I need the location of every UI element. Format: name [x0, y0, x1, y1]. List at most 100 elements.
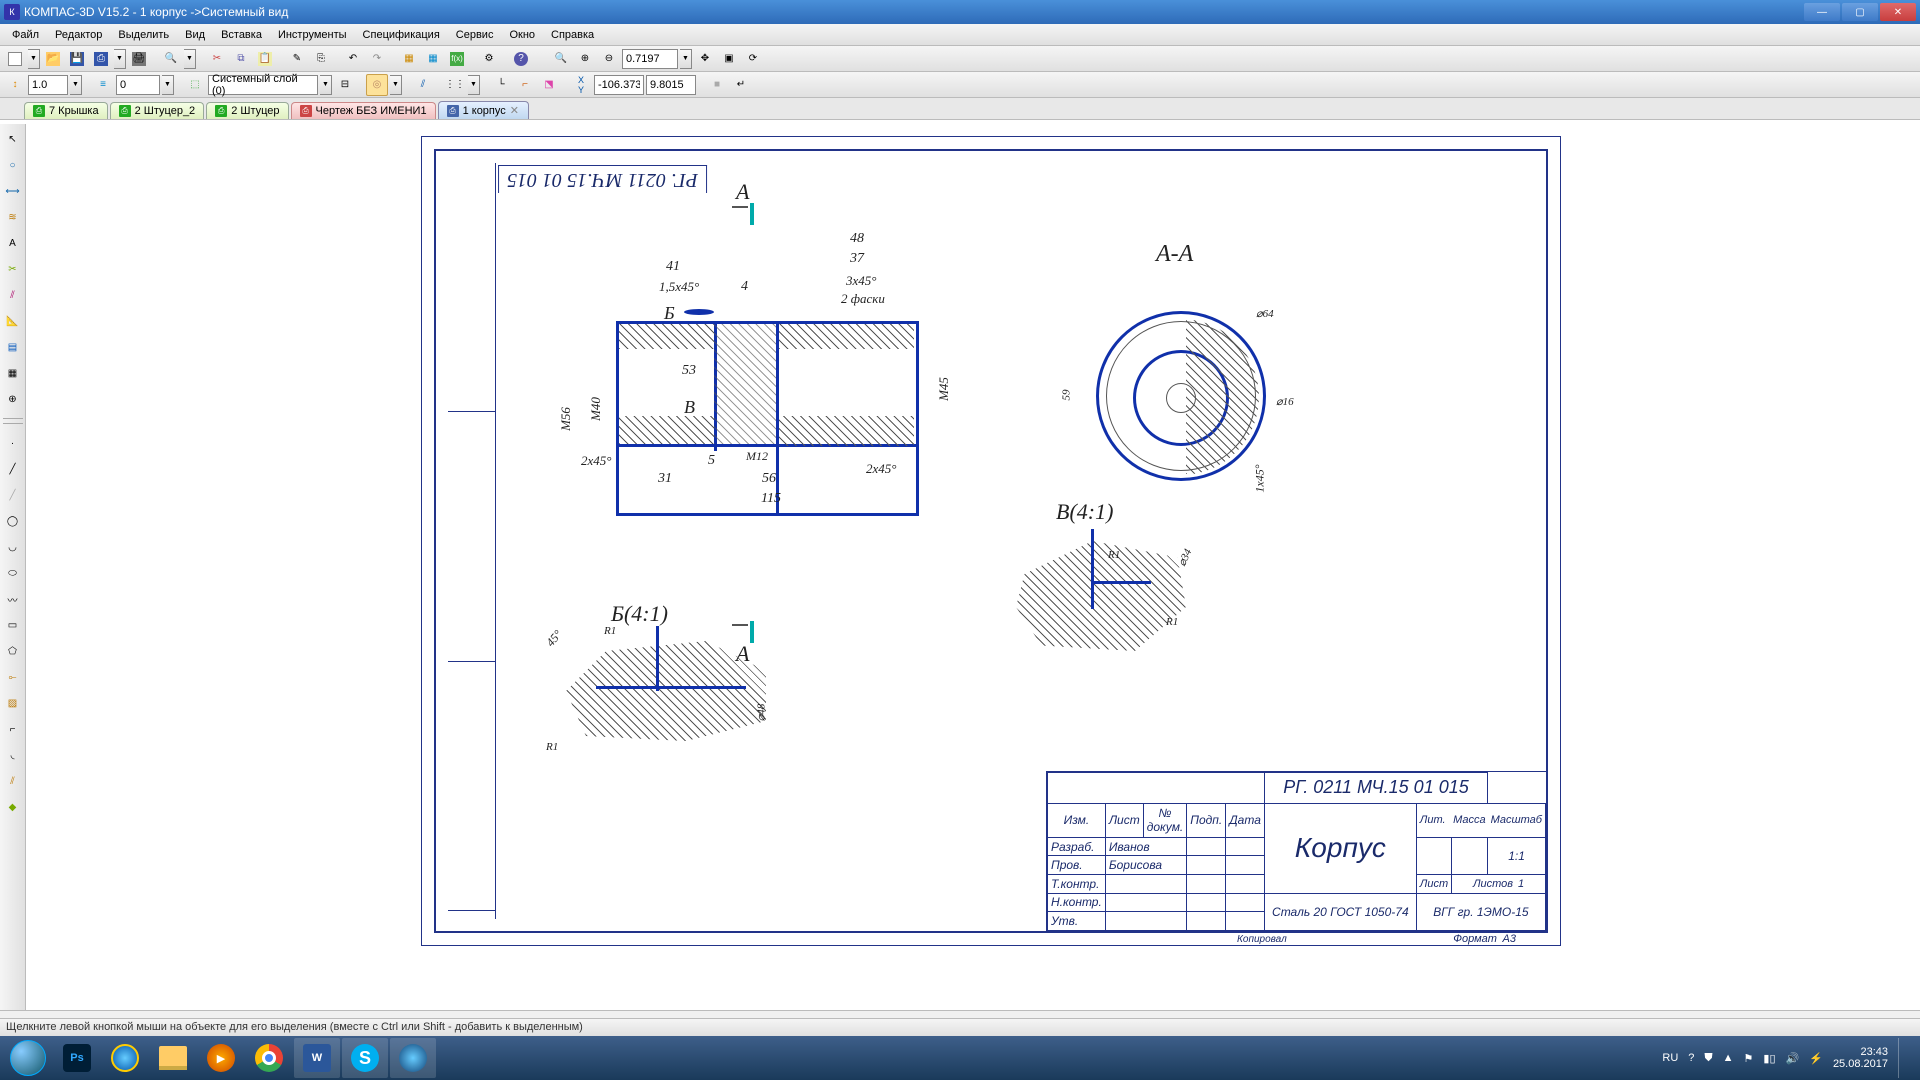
select-tool[interactable]: ↖	[2, 128, 24, 150]
arc-tool[interactable]: ◡	[2, 536, 24, 558]
layer-manage-button[interactable]: ⊟	[334, 74, 356, 96]
new-button[interactable]	[4, 48, 26, 70]
end-button[interactable]: ↵	[730, 74, 752, 96]
layer-icon[interactable]: ⬚	[184, 74, 206, 96]
point-tool[interactable]: ·	[2, 432, 24, 454]
chamfer-tool[interactable]: ⌐	[2, 718, 24, 740]
edit-tool[interactable]: ✂	[2, 258, 24, 280]
dimension-tool[interactable]: ⟷	[2, 180, 24, 202]
collect-tool[interactable]: ◆	[2, 796, 24, 818]
menu-help[interactable]: Справка	[543, 27, 602, 43]
tray-clock[interactable]: 23:43 25.08.2017	[1833, 1046, 1888, 1070]
tray-lang[interactable]: RU	[1662, 1052, 1678, 1064]
preview-button[interactable]: 🔍	[160, 48, 182, 70]
ortho-button[interactable]: └	[490, 74, 512, 96]
variables-button[interactable]: f(x)	[446, 48, 468, 70]
tab-1korpus[interactable]: ⎙1 корпус✕	[438, 101, 529, 119]
equidist-tool[interactable]: ⫽	[2, 770, 24, 792]
lcs-button[interactable]: ⬔	[538, 74, 560, 96]
open-button[interactable]: 📂	[42, 48, 64, 70]
minimize-button[interactable]: —	[1804, 3, 1840, 21]
print-button[interactable]: 🖨	[128, 48, 150, 70]
close-button[interactable]: ✕	[1880, 3, 1916, 21]
param-tool[interactable]: ⫽	[2, 284, 24, 306]
menu-spec[interactable]: Спецификация	[355, 27, 448, 43]
measure-tool[interactable]: 📐	[2, 310, 24, 332]
zoom-value-input[interactable]	[622, 49, 678, 69]
save-button[interactable]: 💾	[66, 48, 88, 70]
zoom-window-button[interactable]: 🔍	[550, 48, 572, 70]
tray-help-icon[interactable]: ?	[1688, 1052, 1694, 1064]
copy-props-button[interactable]: ⎘	[310, 48, 332, 70]
tray-volume-icon[interactable]: 🔊	[1786, 1052, 1800, 1065]
refresh-button[interactable]: ⟳	[742, 48, 764, 70]
designation-tool[interactable]: ≋	[2, 206, 24, 228]
maximize-button[interactable]: ▢	[1842, 3, 1878, 21]
task-kompas[interactable]	[390, 1038, 436, 1078]
preview-dropdown[interactable]: ▼	[184, 49, 196, 69]
tab-2shtutser2[interactable]: ⎙2 Штуцер_2	[110, 102, 205, 119]
style-input[interactable]	[116, 75, 160, 95]
menu-editor[interactable]: Редактор	[47, 27, 110, 43]
manager-button[interactable]: ▦	[422, 48, 444, 70]
menu-select[interactable]: Выделить	[110, 27, 177, 43]
insert-tool[interactable]: ⊕	[2, 388, 24, 410]
undo-button[interactable]: ↶	[342, 48, 364, 70]
task-photoshop[interactable]: Ps	[54, 1038, 100, 1078]
step-input[interactable]	[28, 75, 68, 95]
rect-tool[interactable]: ▭	[2, 614, 24, 636]
new-dropdown[interactable]: ▼	[28, 49, 40, 69]
geometry-tool[interactable]: ○	[2, 154, 24, 176]
tray-battery-icon[interactable]: ⚡	[1809, 1052, 1823, 1065]
show-desktop-button[interactable]	[1898, 1038, 1908, 1078]
text-tool[interactable]: A	[2, 232, 24, 254]
parametric-button[interactable]: ⫽	[412, 74, 434, 96]
menu-file[interactable]: Файл	[4, 27, 47, 43]
ellipse-tool[interactable]: ⬭	[2, 562, 24, 584]
save-all-button[interactable]: ⎙	[90, 48, 112, 70]
reports-tool[interactable]: ▦	[2, 362, 24, 384]
zoom-prev-button[interactable]: ⊖	[598, 48, 620, 70]
tray-flag-icon[interactable]: ⚑	[1744, 1052, 1754, 1065]
zoom-dropdown[interactable]: ▼	[680, 49, 692, 69]
task-word[interactable]: W	[294, 1038, 340, 1078]
tab-noname[interactable]: ⎙Чертеж БЕЗ ИМЕНИ1	[291, 102, 436, 119]
whatsthis-button[interactable]: ?	[510, 48, 532, 70]
tab-7kryshka[interactable]: ⎙7 Крышка	[24, 102, 108, 119]
redo-button[interactable]: ↷	[366, 48, 388, 70]
pan-button[interactable]: ✥	[694, 48, 716, 70]
tray-up-icon[interactable]: ▲	[1723, 1052, 1734, 1064]
drawing-viewport[interactable]: РГ. 0211 МЧ.15 01 015 А А А-А	[26, 124, 1920, 1010]
grid-button[interactable]: ⋮⋮	[444, 74, 466, 96]
zoom-dynamic-button[interactable]: ⊕	[574, 48, 596, 70]
circle-tool[interactable]: ◯	[2, 510, 24, 532]
start-button[interactable]	[4, 1038, 52, 1078]
stop-button[interactable]: ■	[706, 74, 728, 96]
snap-toggle-button[interactable]: ◎	[366, 74, 388, 96]
menu-service[interactable]: Сервис	[448, 27, 502, 43]
style-icon[interactable]: ≡	[92, 74, 114, 96]
coord-y-input[interactable]	[646, 75, 696, 95]
task-explorer[interactable]	[150, 1038, 196, 1078]
cut-button[interactable]: ✂	[206, 48, 228, 70]
properties-button[interactable]: ✎	[286, 48, 308, 70]
hatch-tool[interactable]: ▨	[2, 692, 24, 714]
task-skype[interactable]: S	[342, 1038, 388, 1078]
tab-close-icon[interactable]: ✕	[510, 104, 520, 117]
line-tool[interactable]: ╱	[2, 458, 24, 480]
save-dropdown[interactable]: ▼	[114, 49, 126, 69]
fillet-tool[interactable]: ◟	[2, 744, 24, 766]
copy-button[interactable]: ⧉	[230, 48, 252, 70]
menu-insert[interactable]: Вставка	[213, 27, 270, 43]
polygon-tool[interactable]: ⬠	[2, 640, 24, 662]
task-wmp[interactable]: ▶	[198, 1038, 244, 1078]
library-button[interactable]: ▦	[398, 48, 420, 70]
menu-view[interactable]: Вид	[177, 27, 213, 43]
snap-dropdown[interactable]: ▼	[390, 75, 402, 95]
menu-window[interactable]: Окно	[501, 27, 543, 43]
configurator-button[interactable]: ⚙	[478, 48, 500, 70]
round-button[interactable]: ⌐	[514, 74, 536, 96]
grid-dropdown[interactable]: ▼	[468, 75, 480, 95]
coord-x-input[interactable]	[594, 75, 644, 95]
task-ie[interactable]	[102, 1038, 148, 1078]
